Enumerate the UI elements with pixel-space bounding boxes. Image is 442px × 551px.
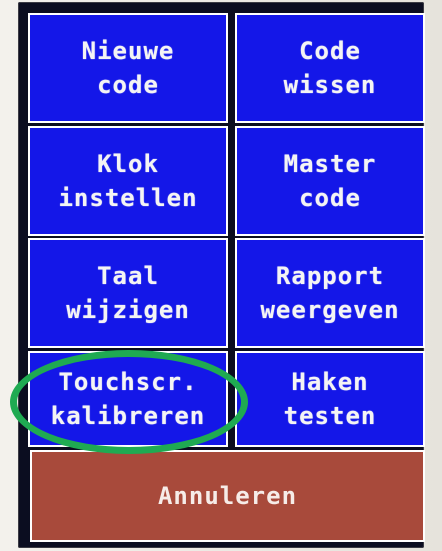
cancel-button-label: Annuleren xyxy=(157,482,298,510)
show-report-button[interactable]: Rapport weergeven xyxy=(235,238,425,348)
button-label-line1: Master xyxy=(283,150,377,178)
button-label-line2: testen xyxy=(283,402,377,430)
button-label-line1: Code xyxy=(299,37,361,65)
test-hooks-button[interactable]: Haken testen xyxy=(235,351,425,447)
button-label-line2: kalibreren xyxy=(50,402,206,430)
button-label-line1: Klok xyxy=(97,150,159,178)
button-label-line2: instellen xyxy=(58,184,198,212)
button-label-line2: wissen xyxy=(283,71,377,99)
button-label-line1: Touchscr. xyxy=(58,368,198,396)
button-label-line1: Haken xyxy=(291,368,369,396)
button-label-line1: Taal xyxy=(97,262,159,290)
button-label-line1: Rapport xyxy=(275,262,385,290)
button-label-line2: code xyxy=(299,184,361,212)
clear-code-button[interactable]: Code wissen xyxy=(235,13,425,123)
button-label-line2: wijzigen xyxy=(66,296,190,324)
cancel-button[interactable]: Annuleren xyxy=(30,450,425,542)
button-label-line1: Nieuwe xyxy=(81,37,175,65)
button-label-line2: code xyxy=(97,71,159,99)
master-code-button[interactable]: Master code xyxy=(235,126,425,236)
calibrate-touchscreen-button[interactable]: Touchscr. kalibreren xyxy=(28,351,228,447)
button-label-line2: weergeven xyxy=(260,296,400,324)
change-language-button[interactable]: Taal wijzigen xyxy=(28,238,228,348)
set-clock-button[interactable]: Klok instellen xyxy=(28,126,228,236)
new-code-button[interactable]: Nieuwe code xyxy=(28,13,228,123)
